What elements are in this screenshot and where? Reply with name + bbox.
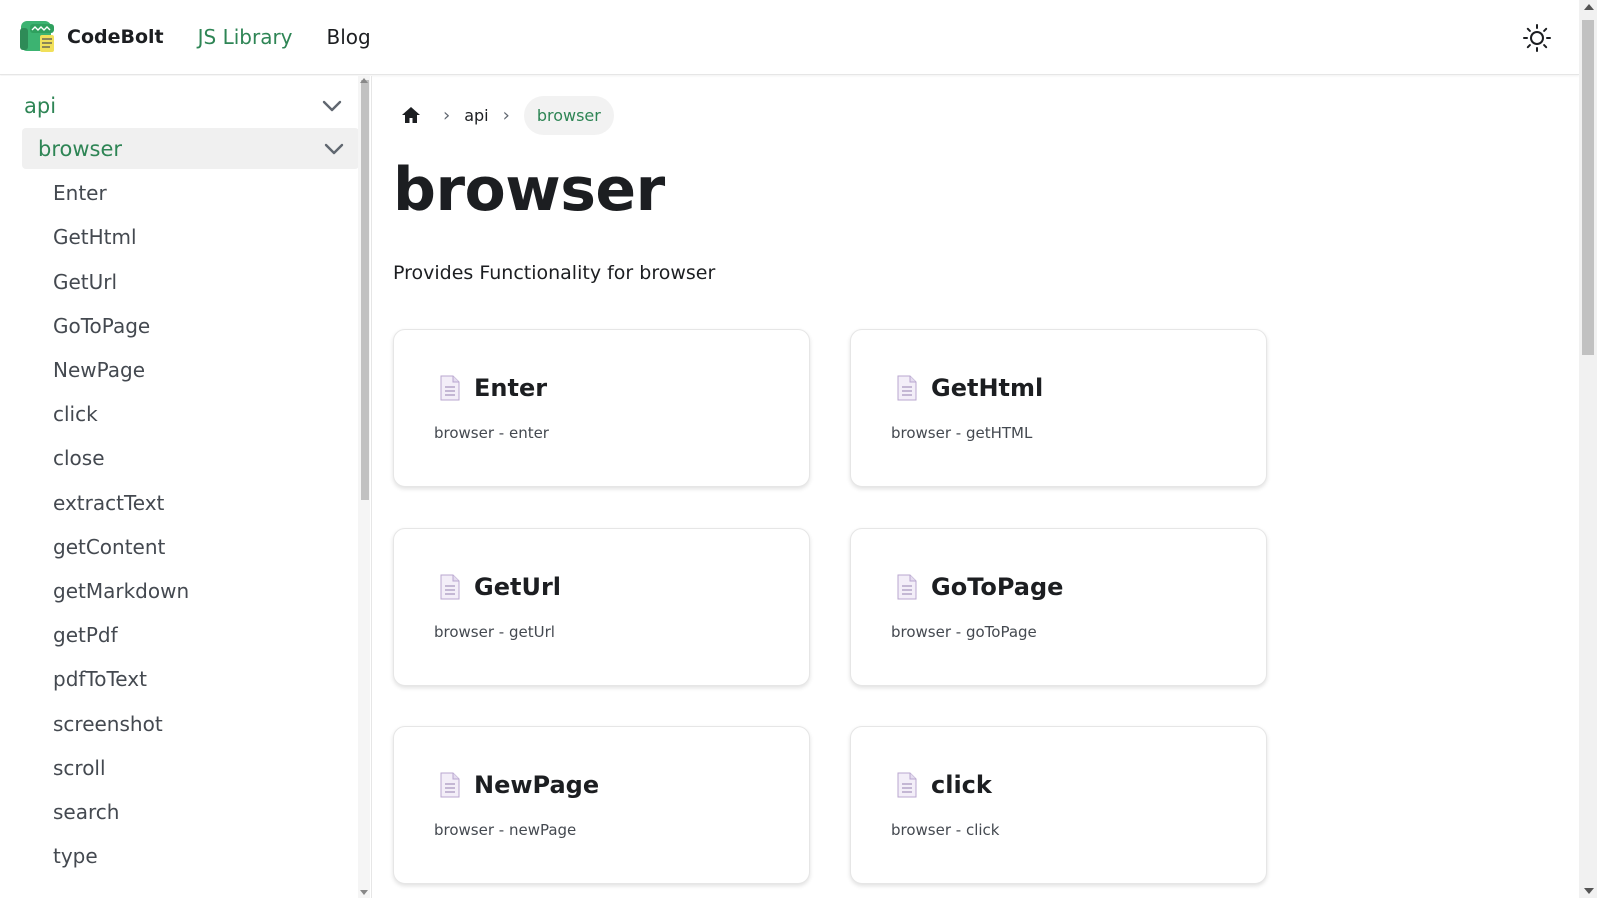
sidebar-scrollbar-thumb[interactable] [361,80,369,500]
document-icon [440,375,460,401]
card-title: GetUrl [474,573,561,601]
sidebar-item-extracttext[interactable]: extractText [53,491,164,515]
sidebar-item-gotopage[interactable]: GoToPage [53,314,150,338]
document-icon [897,772,917,798]
card-title: NewPage [474,771,600,799]
card-title: Enter [474,374,548,402]
card-description: browser - click [891,821,1000,839]
sidebar-item-type[interactable]: type [53,844,98,868]
document-icon [440,574,460,600]
breadcrumb: › api › browser [393,95,614,135]
doc-card-click[interactable]: click browser - click [850,726,1267,884]
top-navbar: CodeBolt JS Library Blog [0,0,1579,75]
sidebar-scroll-up-icon[interactable] [360,78,368,83]
sidebar-item-enter[interactable]: Enter [53,181,107,205]
page-title: browser [393,155,665,225]
sidebar-item-pdftotext[interactable]: pdfToText [53,667,147,691]
codebolt-logo-icon [20,21,54,52]
document-icon [440,772,460,798]
brand-title: CodeBolt [67,26,164,48]
sidebar-item-newpage[interactable]: NewPage [53,358,145,382]
breadcrumb-separator: › [443,104,451,126]
card-header: GetHtml [896,374,1043,402]
card-title: click [931,771,992,799]
doc-card-gethtml[interactable]: GetHtml browser - getHTML [850,329,1267,487]
sidebar-category-label: api [24,94,57,118]
card-title: GoToPage [931,573,1064,601]
card-description: browser - enter [434,424,549,442]
doc-card-newpage[interactable]: NewPage browser - newPage [393,726,810,884]
sidebar-item-getcontent[interactable]: getContent [53,535,165,559]
card-title: GetHtml [931,374,1044,402]
document-icon [897,574,917,600]
card-header: GetUrl [439,573,561,601]
sidebar-item-gethtml[interactable]: GetHtml [53,225,137,249]
home-icon [402,107,420,123]
sidebar-item-click[interactable]: click [53,402,98,426]
sun-icon [1523,24,1551,52]
card-header: GoToPage [896,573,1063,601]
card-description: browser - getHTML [891,424,1033,442]
card-header: NewPage [439,771,599,799]
card-description: browser - getUrl [434,623,555,641]
theme-toggle-button[interactable] [1520,21,1554,55]
page-scrollbar-thumb[interactable] [1582,20,1594,355]
card-header: click [896,771,992,799]
card-header: Enter [439,374,547,402]
chevron-down-icon[interactable] [323,138,345,160]
doc-card-geturl[interactable]: GetUrl browser - getUrl [393,528,810,686]
doc-card-gotopage[interactable]: GoToPage browser - goToPage [850,528,1267,686]
sidebar-category-browser[interactable]: browser [22,128,359,169]
sidebar-category-label: browser [38,136,123,161]
sidebar-category-api[interactable]: api [22,86,357,126]
breadcrumb-item-browser: browser [523,95,614,135]
sidebar-item-getpdf[interactable]: getPdf [53,623,118,647]
sidebar-scroll-down-icon[interactable] [360,890,368,895]
sidebar-item-search[interactable]: search [53,800,119,824]
chevron-down-icon[interactable] [321,95,343,117]
sidebar-item-getmarkdown[interactable]: getMarkdown [53,579,189,603]
page-description: Provides Functionality for browser [393,262,716,284]
card-description: browser - newPage [434,821,577,839]
sidebar: api browser Enter GetHtml GetUrl GoToPag… [0,76,372,898]
card-description: browser - goToPage [891,623,1037,641]
nav-link-blog[interactable]: Blog [327,25,371,49]
brand-link[interactable]: CodeBolt [18,18,164,56]
sidebar-item-geturl[interactable]: GetUrl [53,270,117,294]
sidebar-item-close[interactable]: close [53,446,105,470]
sidebar-item-scroll[interactable]: scroll [53,756,106,780]
document-icon [897,375,917,401]
nav-link-js-library[interactable]: JS Library [198,25,293,49]
breadcrumb-separator: › [502,104,510,126]
doc-card-enter[interactable]: Enter browser - enter [393,329,810,487]
page-scroll-up-icon[interactable] [1584,4,1594,10]
breadcrumb-item-api[interactable]: api [464,106,488,125]
sidebar-item-screenshot[interactable]: screenshot [53,712,163,736]
breadcrumb-home-link[interactable] [393,97,429,133]
page-scroll-down-icon[interactable] [1584,888,1594,894]
